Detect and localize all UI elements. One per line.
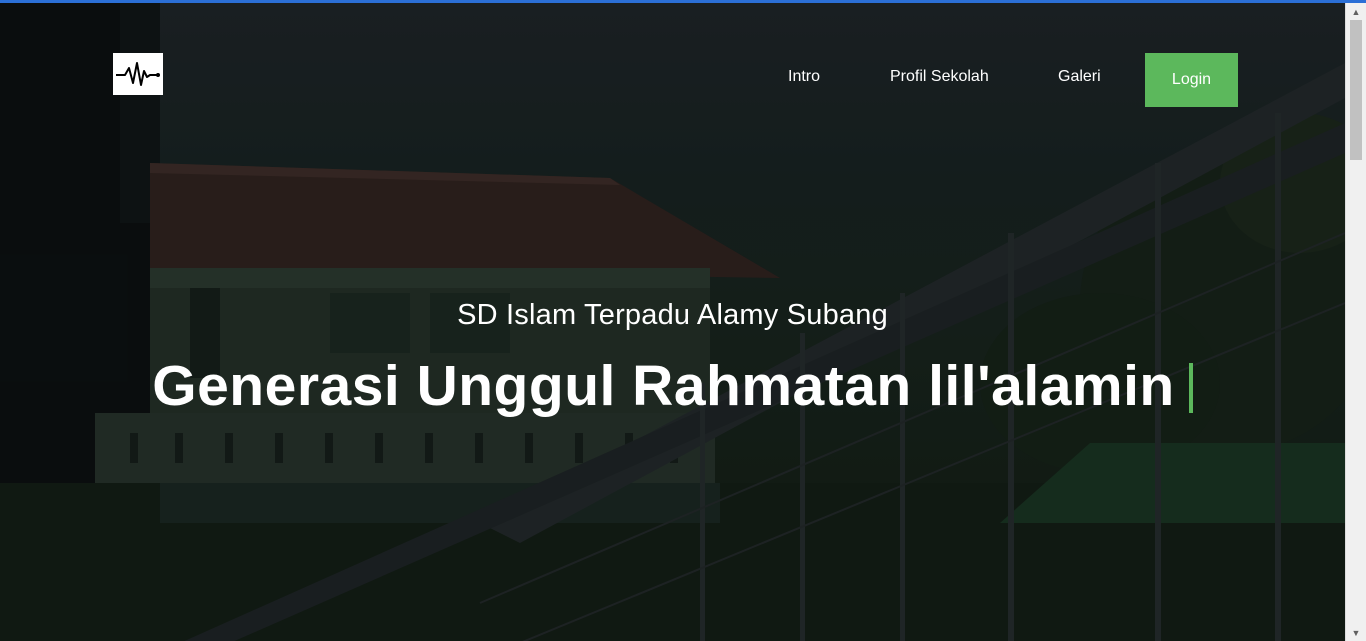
nav-profil-sekolah-link[interactable]: Profil Sekolah [890, 68, 989, 86]
login-button[interactable]: Login [1145, 53, 1238, 107]
hero-subtitle: SD Islam Terpadu Alamy Subang [457, 299, 888, 331]
hero-headline: Generasi Unggul Rahmatan lil'alamin [0, 353, 1345, 419]
scrollbar-thumb[interactable] [1350, 20, 1362, 160]
page-scrollbar[interactable]: ▲ ▼ [1345, 3, 1366, 641]
nav-intro-link[interactable]: Intro [788, 68, 820, 86]
main-nav: Intro Profil Sekolah Galeri Login [0, 53, 1345, 107]
hero-section: Intro Profil Sekolah Galeri Login SD Isl… [0, 3, 1345, 641]
window-top-border [0, 0, 1366, 3]
scroll-up-arrow-icon[interactable]: ▲ [1346, 3, 1366, 20]
hero-headline-text: Generasi Unggul Rahmatan lil'alamin [152, 354, 1175, 418]
nav-galeri-link[interactable]: Galeri [1058, 68, 1101, 86]
typing-cursor [1188, 363, 1193, 413]
scroll-down-arrow-icon[interactable]: ▼ [1346, 624, 1366, 641]
